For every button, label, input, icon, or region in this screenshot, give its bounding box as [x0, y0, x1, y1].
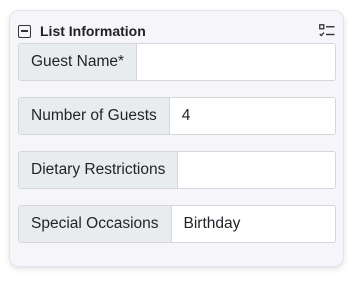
checklist-icon[interactable] — [319, 24, 335, 38]
list-information-panel: List Information Guest Name* Number of G… — [9, 10, 344, 267]
guest-name-field: Guest Name* — [18, 43, 336, 81]
number-of-guests-label: Number of Guests — [19, 98, 170, 134]
panel-header: List Information — [18, 22, 335, 40]
dietary-restrictions-input[interactable] — [178, 152, 335, 188]
special-occasions-field: Special Occasions — [18, 205, 336, 243]
guest-name-input[interactable] — [137, 44, 335, 80]
special-occasions-input[interactable] — [171, 206, 335, 242]
minus-square-icon[interactable] — [18, 24, 31, 38]
number-of-guests-field: Number of Guests — [18, 97, 336, 135]
dietary-restrictions-label: Dietary Restrictions — [19, 152, 179, 188]
number-of-guests-input[interactable] — [169, 98, 335, 134]
special-occasions-label: Special Occasions — [19, 206, 172, 242]
guest-name-label: Guest Name* — [19, 44, 138, 80]
dietary-restrictions-field: Dietary Restrictions — [18, 151, 336, 189]
panel-title: List Information — [40, 23, 146, 39]
